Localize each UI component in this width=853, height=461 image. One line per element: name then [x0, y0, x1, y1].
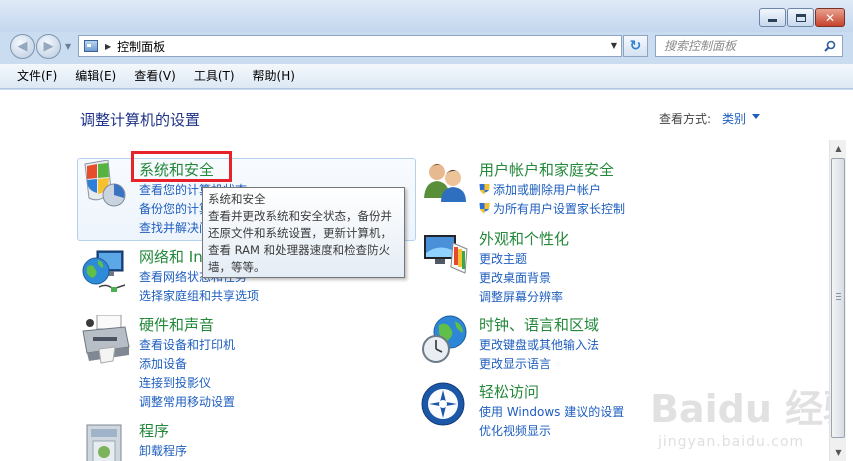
search-box[interactable] — [655, 35, 843, 57]
link-add-remove-accounts[interactable]: 添加或删除用户帐户 — [479, 181, 625, 200]
link-change-theme[interactable]: 更改主题 — [479, 250, 563, 269]
close-icon: ✕ — [824, 10, 836, 25]
baidu-watermark: Baidu 经验 jingyan.baidu.com — [646, 378, 846, 460]
red-highlight-box — [131, 151, 232, 182]
category-title-hardware-sound[interactable]: 硬件和声音 — [139, 314, 214, 335]
link-add-device[interactable]: 添加设备 — [139, 355, 235, 374]
watermark-url: jingyan.baidu.com — [658, 434, 805, 450]
close-button[interactable]: ✕ — [815, 8, 845, 27]
scroll-down-icon: ▼ — [835, 448, 842, 457]
watermark-logo-text: Baidu 经验 — [650, 387, 846, 431]
ease-of-access-icon[interactable] — [421, 382, 471, 432]
link-homegroup-sharing[interactable]: 选择家庭组和共享选项 — [139, 287, 259, 306]
shield-security-icon[interactable] — [81, 160, 131, 210]
baidu-jingyan-logo: Baidu 经验 — [650, 387, 846, 431]
category-title-user-accounts[interactable]: 用户帐户和家庭安全 — [479, 159, 614, 180]
link-optimize-visual-display[interactable]: 优化视频显示 — [479, 422, 624, 441]
link-display-language[interactable]: 更改显示语言 — [479, 355, 599, 374]
link-parental-controls[interactable]: 为所有用户设置家长控制 — [479, 200, 625, 219]
back-button[interactable]: ◀ — [10, 34, 35, 59]
window-controls: ✕ — [758, 8, 845, 27]
minimize-icon — [768, 19, 777, 22]
scroll-grip-line — [836, 299, 841, 300]
clock-globe-icon[interactable] — [421, 315, 471, 365]
link-connect-projector[interactable]: 连接到投影仪 — [139, 374, 235, 393]
menu-file[interactable]: 文件(F) — [8, 64, 66, 89]
link-windows-recommended-settings[interactable]: 使用 Windows 建议的设置 — [479, 403, 624, 422]
menu-view[interactable]: 查看(V) — [125, 64, 185, 89]
link-screen-resolution[interactable]: 调整屏幕分辨率 — [479, 288, 563, 307]
link-mobility-settings[interactable]: 调整常用移动设置 — [139, 393, 235, 412]
menu-help[interactable]: 帮助(H) — [244, 64, 304, 89]
menu-tools[interactable]: 工具(T) — [185, 64, 244, 89]
menu-bar: 文件(F) 编辑(E) 查看(V) 工具(T) 帮助(H) — [0, 64, 853, 89]
scroll-grip-line — [836, 293, 841, 294]
view-by-dropdown[interactable]: 类别 — [722, 110, 746, 127]
title-bar: ✕ — [0, 0, 853, 32]
category-links-programs: 卸载程序 — [139, 442, 187, 461]
link-devices-printers[interactable]: 查看设备和打印机 — [139, 336, 235, 355]
tooltip-line: 查看 RAM 和处理器速度和检查防火 — [208, 243, 391, 257]
address-dropdown-icon[interactable]: ▼ — [611, 41, 617, 50]
category-title-ease-of-access[interactable]: 轻松访问 — [479, 381, 539, 402]
scroll-thumb[interactable] — [831, 158, 845, 438]
network-globe-icon[interactable] — [81, 247, 131, 297]
link-desktop-background[interactable]: 更改桌面背景 — [479, 269, 563, 288]
appearance-icon[interactable] — [421, 229, 471, 279]
menu-edit[interactable]: 编辑(E) — [66, 64, 125, 89]
printer-icon[interactable] — [81, 315, 131, 365]
maximize-button[interactable] — [787, 8, 814, 27]
tooltip-line: 查看并更改系统和安全状态，备份并 — [208, 209, 392, 223]
refresh-button[interactable]: ↻ — [623, 35, 648, 57]
recent-pages-dropdown-icon[interactable]: ▼ — [65, 42, 71, 51]
maximize-icon — [795, 13, 806, 22]
users-icon[interactable] — [421, 160, 471, 210]
scroll-grip-line — [836, 296, 841, 297]
forward-button[interactable]: ▶ — [36, 34, 61, 59]
tooltip-line: 系统和安全 — [208, 192, 266, 206]
category-links-user-accounts: 添加或删除用户帐户 为所有用户设置家长控制 — [479, 181, 625, 219]
category-links-hardware-sound: 查看设备和打印机 添加设备 连接到投影仪 调整常用移动设置 — [139, 336, 235, 412]
uac-shield-icon — [479, 203, 490, 214]
breadcrumb-control-panel[interactable]: 控制面板 — [117, 38, 165, 55]
category-title-appearance[interactable]: 外观和个性化 — [479, 228, 569, 249]
search-icon[interactable] — [824, 40, 836, 52]
link-change-input-methods[interactable]: 更改键盘或其他输入法 — [479, 336, 599, 355]
scroll-up-icon: ▲ — [835, 144, 842, 153]
minimize-button[interactable] — [759, 8, 786, 27]
forward-arrow-icon: ▶ — [43, 39, 54, 54]
vertical-scrollbar[interactable]: ▲ ▼ — [829, 140, 846, 461]
view-by-caret-icon[interactable] — [752, 114, 760, 119]
link-parental-controls-label: 为所有用户设置家长控制 — [493, 202, 626, 216]
category-title-clock-language[interactable]: 时钟、语言和区域 — [479, 314, 599, 335]
category-links-clock-language: 更改键盘或其他输入法 更改显示语言 — [479, 336, 599, 374]
back-arrow-icon: ◀ — [17, 39, 28, 54]
address-bar[interactable]: ▶ 控制面板 ▼ — [78, 35, 622, 57]
refresh-icon: ↻ — [629, 38, 642, 54]
tooltip-line: 墙，等等。 — [208, 260, 266, 274]
link-add-remove-accounts-label: 添加或删除用户帐户 — [493, 183, 602, 197]
content-area: 调整计算机的设置 查看方式: 类别 系统和安全 查看您的计算机状态 备份您的计算… — [0, 90, 853, 461]
programs-icon[interactable] — [81, 421, 131, 461]
breadcrumb-arrow-icon[interactable]: ▶ — [105, 42, 111, 51]
navigation-bar: ◀ ▶ ▼ ▶ 控制面板 ▼ ↻ — [0, 32, 853, 62]
link-uninstall-program[interactable]: 卸载程序 — [139, 442, 187, 461]
search-input[interactable] — [664, 39, 824, 53]
uac-shield-icon — [479, 184, 490, 195]
scroll-down-button[interactable]: ▼ — [830, 444, 847, 461]
category-links-appearance: 更改主题 更改桌面背景 调整屏幕分辨率 — [479, 250, 563, 307]
tooltip-system-security: 系统和安全 查看并更改系统和安全状态，备份并 还原文件和系统设置，更新计算机， … — [202, 187, 405, 278]
page-title: 调整计算机的设置 — [80, 111, 201, 129]
tooltip-line: 还原文件和系统设置，更新计算机， — [208, 226, 392, 240]
category-links-ease-of-access: 使用 Windows 建议的设置 优化视频显示 — [479, 403, 624, 441]
category-title-programs[interactable]: 程序 — [139, 420, 169, 441]
control-panel-icon — [84, 40, 98, 52]
scroll-up-button[interactable]: ▲ — [830, 140, 847, 157]
view-by-label: 查看方式: — [659, 112, 712, 126]
